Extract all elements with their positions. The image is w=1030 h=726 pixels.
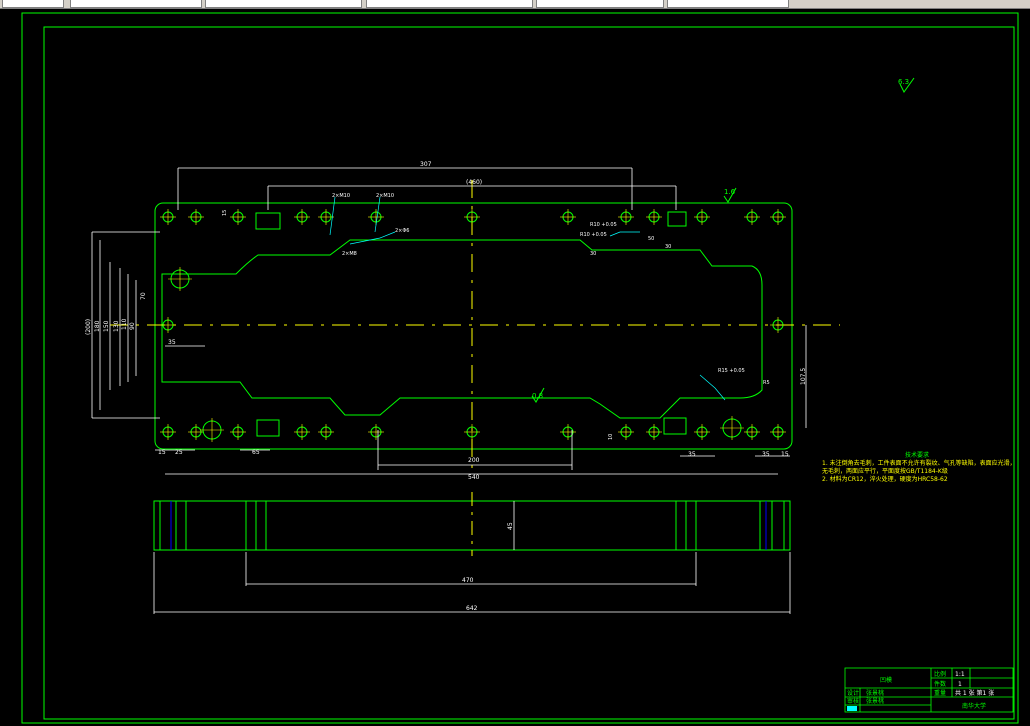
slot-rect: [663, 417, 687, 435]
side-blue-lines: [170, 501, 767, 550]
dim-mid-b: 30: [590, 251, 596, 257]
title-design-name: 张景桃: [866, 689, 884, 697]
notes-line-2: 无毛刺，两面应平行，平面度按GB/T1184-K级: [822, 467, 948, 475]
title-scale-value: 1:1: [955, 671, 965, 678]
leader-lines: [329, 196, 726, 401]
dim-right-offset-a: 35: [688, 451, 696, 458]
title-weight-label: 重量: [934, 689, 946, 697]
dim-upper-span: (460): [466, 179, 482, 186]
notes-line-3: 2. 材料为CR12，淬火处理，硬度为HRC58-62: [822, 475, 948, 483]
side-dimension-lines: [153, 501, 791, 614]
top-view: [110, 180, 840, 470]
dim-right-offset-b: 35: [762, 451, 770, 458]
title-part-name: 凹模: [880, 676, 892, 684]
dim-right-height: 107.5: [800, 368, 807, 385]
dim-inner-span: 200: [468, 457, 480, 464]
slot-rect: [255, 212, 281, 230]
side-dim-inner: 470: [462, 577, 474, 584]
title-qty-label: 件数: [934, 680, 946, 688]
dim-slot-left-b: 2×M10: [376, 193, 394, 199]
roughness-symbols: [531, 77, 915, 403]
dim-upper-partial: 307: [420, 161, 432, 168]
dim-left-offset-b: 65: [252, 449, 260, 456]
dim-chamfer: 15: [222, 210, 228, 216]
dim-pocket-width: 35: [168, 339, 176, 346]
dim-vertical-c: 130: [113, 320, 120, 332]
roughness-corner: 6.3: [898, 78, 909, 86]
drawing-canvas: 307 (460) 200 540 35 15 25 65 35 35 15 (…: [21, 12, 1019, 724]
dim-mid-c: 30: [665, 244, 671, 250]
dim-vertical-f: 70: [140, 292, 147, 300]
roughness-mid: 0.8: [532, 392, 543, 400]
dim-vertical-e: 90: [129, 322, 136, 330]
roughness-texts: 1.6 0.8 6.3: [532, 78, 909, 400]
title-sheet-text: 共 1 张 第1 张: [955, 689, 994, 697]
technical-notes: 技术要求 1. 未注倒角去毛刺，工件表面不允许有裂纹、气孔等缺陷，表面应光滑， …: [822, 451, 1016, 483]
dim-vertical-a: 180: [94, 320, 101, 332]
dim-radius-b: R10 +0.05: [580, 232, 607, 238]
dim-left-small: 15: [158, 449, 166, 456]
cad-drawing-viewport[interactable]: 307 (460) 200 540 35 15 25 65 35 35 15 (…: [0, 0, 1030, 726]
dimension-texts: 307 (460) 200 540 35 15 25 65 35 35 15 (…: [85, 161, 807, 481]
slot-rect: [256, 419, 280, 437]
dim-radius-a: R10 +0.05: [590, 222, 617, 228]
outer-frame: [21, 12, 1019, 724]
title-check-name: 张景桃: [866, 697, 884, 705]
dim-right-small: 15: [781, 451, 789, 458]
dim-mid-a: 50: [648, 236, 654, 242]
dim-vertical-d: 110: [121, 318, 128, 330]
title-scale-label: 比例: [934, 670, 946, 678]
dim-slot-mid-b: 2×Φ6: [395, 228, 410, 234]
slot-features: [255, 211, 687, 437]
notes-title: 技术要求: [905, 451, 929, 459]
inner-frame: [43, 26, 1015, 720]
title-design-label: 设计: [847, 689, 859, 697]
side-view: 470 642 45: [153, 492, 791, 614]
notes-line-1: 1. 未注倒角去毛刺，工件表面不允许有裂纹、气孔等缺陷，表面应光滑，: [822, 459, 1016, 467]
roughness-top: 1.6: [724, 188, 736, 196]
dim-vertical-total: (200): [85, 319, 92, 335]
side-dimension-texts: 470 642 45: [462, 522, 514, 612]
title-school: 南华大学: [962, 702, 986, 710]
side-dim-height: 45: [507, 522, 514, 530]
dim-radius-d: R5: [763, 380, 770, 386]
title-block-marker: [847, 706, 857, 711]
dim-vertical-b: 150: [103, 320, 110, 332]
dim-hole-span: 540: [468, 474, 480, 481]
cavity-outline: [161, 239, 763, 419]
title-block-texts: 凹模 比例 1:1 件数 1 设计 张景桃 重量 共 1 张 第1 张 审核 张…: [847, 670, 994, 710]
title-qty-value: 1: [958, 681, 962, 688]
dim-slot-mid-a: 2×M8: [342, 251, 357, 257]
dim-left-offset-a: 25: [175, 449, 183, 456]
title-check-label: 审核: [847, 697, 859, 705]
dim-mid-d: 10: [608, 434, 614, 440]
side-dim-overall: 642: [466, 605, 478, 612]
dim-radius-c: R15 +0.05: [718, 368, 745, 374]
slot-rect: [667, 211, 687, 227]
